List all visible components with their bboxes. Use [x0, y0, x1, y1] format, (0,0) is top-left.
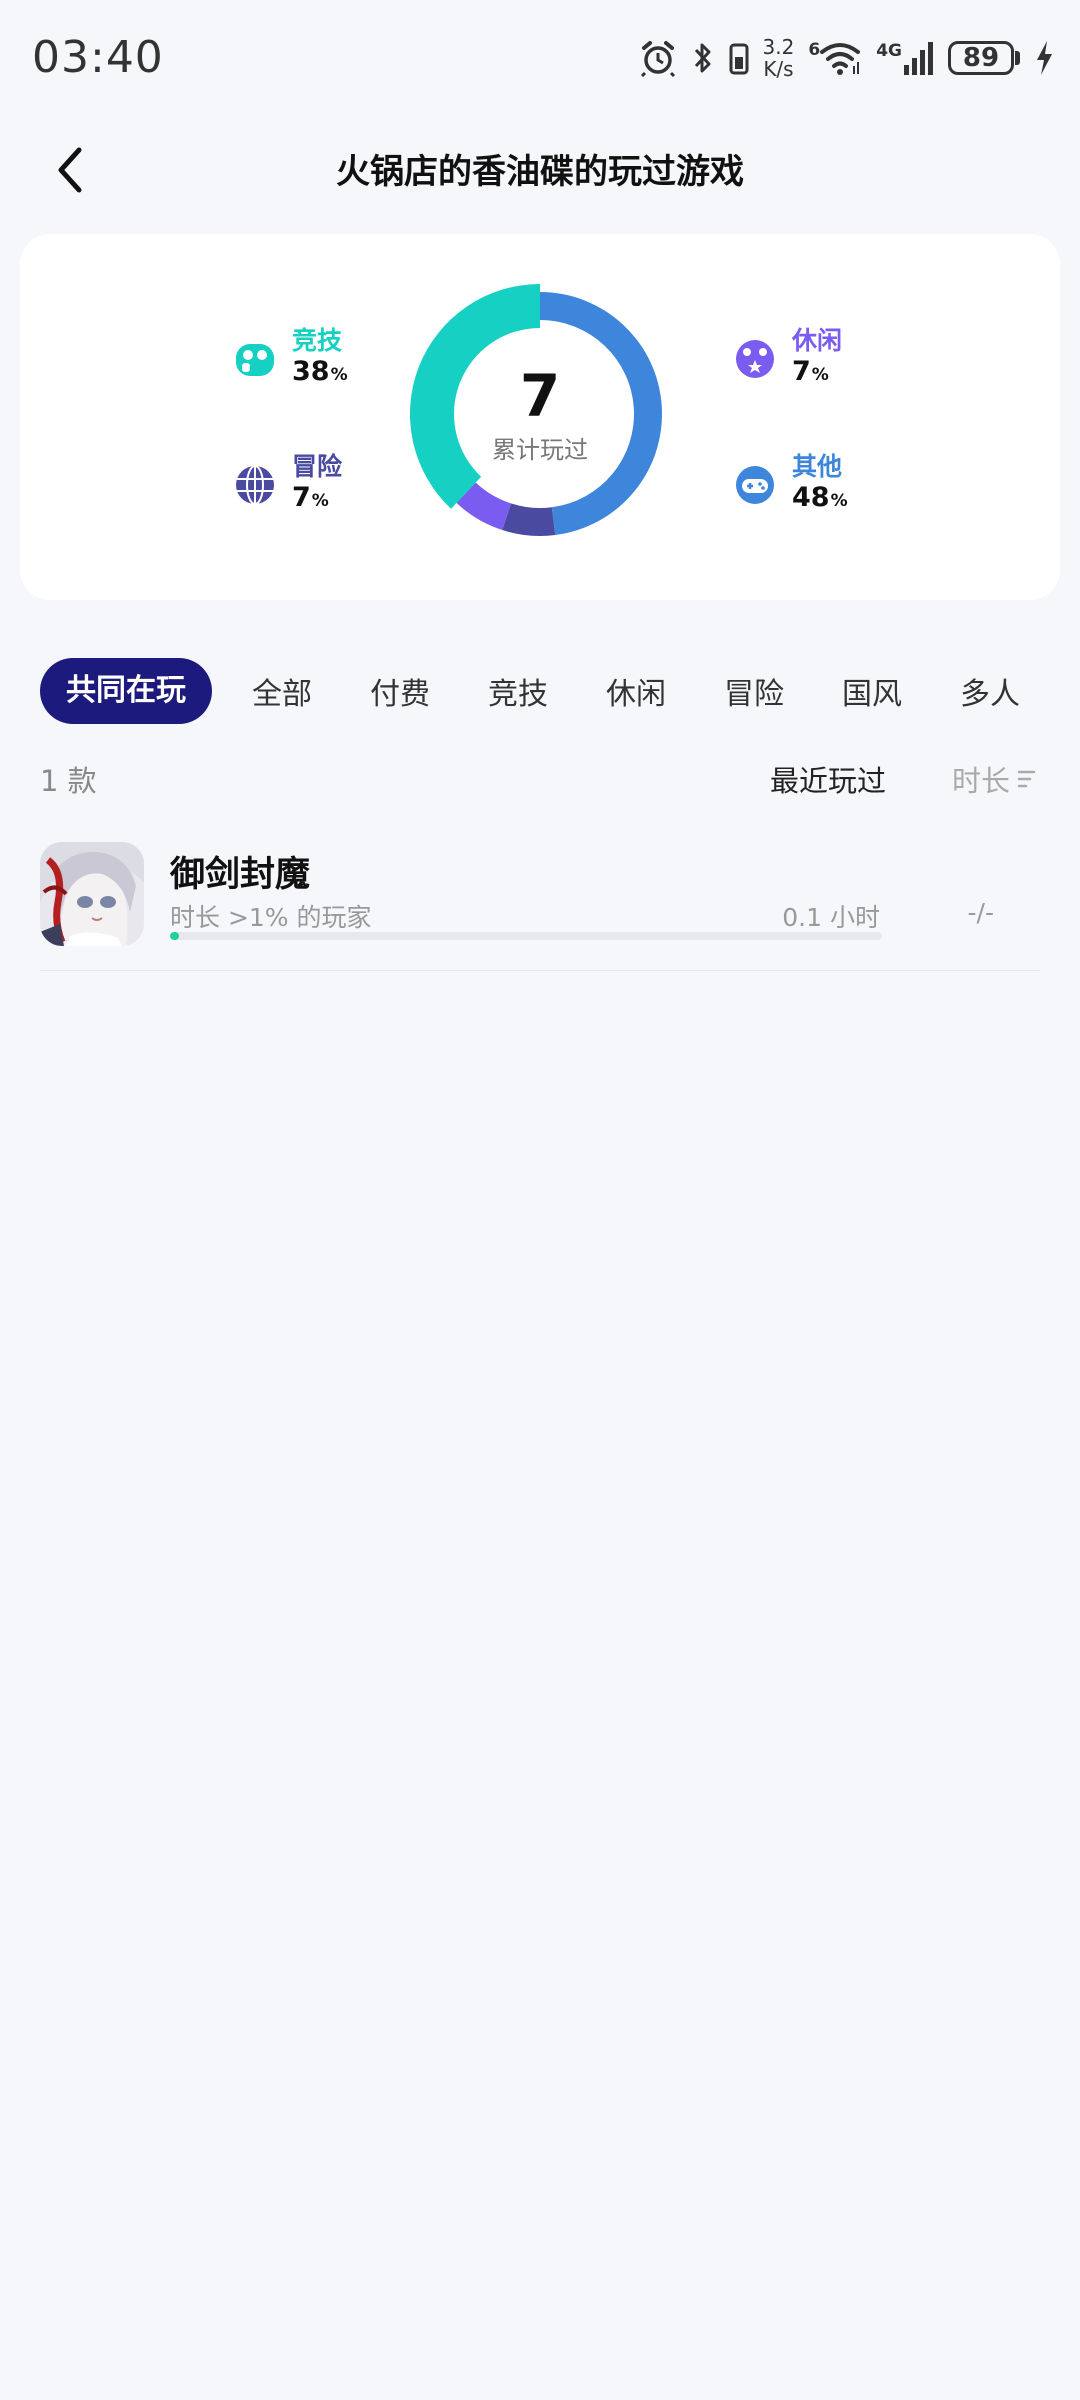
dice-icon [736, 339, 774, 378]
status-time: 03:40 [32, 32, 164, 83]
network-speed: 3.2 K/s [762, 35, 795, 81]
tab-casual[interactable]: 休闲 [606, 669, 666, 713]
status-bar: 03:40 3.2 K/s 6 4G 89 [0, 0, 1080, 118]
legend-competitive-name: 竞技 [292, 326, 343, 355]
tab-adventure[interactable]: 冒险 [724, 669, 784, 713]
legend-competitive-pct: 38% [292, 356, 348, 387]
page-header: 火锅店的香油碟的玩过游戏 [0, 130, 1080, 212]
legend-other-name: 其他 [792, 452, 843, 481]
tab-paid[interactable]: 付费 [370, 669, 430, 713]
legend-casual: 休闲 7% [732, 326, 842, 391]
game-count: 1 款 [40, 764, 97, 798]
legend-adventure: 冒险 7% [232, 452, 342, 517]
game-progress-bar [170, 932, 882, 940]
category-tabs: 共同在玩 全部 付费 竞技 休闲 冒险 国风 多人 [40, 658, 1020, 724]
legend-competitive: 竞技 38% [232, 326, 348, 391]
sort-recent-button[interactable]: 最近玩过 [770, 758, 886, 800]
game-icon-image [40, 842, 144, 946]
signal-icon [904, 42, 933, 75]
alarm-icon [640, 41, 675, 77]
tab-all[interactable]: 全部 [252, 669, 312, 713]
page-title: 火锅店的香油碟的玩过游戏 [336, 152, 744, 192]
legend-adventure-pct: 7% [292, 482, 329, 513]
donut-center: 7 累计玩过 [410, 284, 670, 544]
globe-icon [236, 464, 274, 505]
total-played-label: 累计玩过 [492, 435, 588, 464]
gamepad-icon [736, 465, 774, 504]
game-subtitle: 时长 >1% 的玩家 [170, 903, 372, 932]
game-name: 御剑封魔 [170, 855, 311, 895]
cell-label: 4G [876, 41, 902, 61]
game-rank: -/- [967, 898, 994, 927]
total-played-count: 7 [519, 361, 561, 430]
sort-duration-button[interactable]: 时长 [952, 758, 1040, 800]
game-hours: 0.1 小时 [782, 903, 880, 932]
genre-summary-card: 7 累计玩过 竞技 38% 冒险 7% 休闲 7% 其他 48% [20, 234, 1060, 600]
legend-other-pct: 48% [792, 482, 848, 513]
list-header: 1 款 最近玩过 时长 [40, 750, 1040, 800]
legend-adventure-name: 冒险 [292, 452, 343, 481]
tab-playing-together[interactable]: 共同在玩 [40, 658, 212, 724]
wifi-icon [820, 43, 861, 75]
battery-indicator: 89 [948, 41, 1014, 75]
legend-casual-name: 休闲 [792, 326, 843, 355]
tab-multiplayer[interactable]: 多人 [960, 669, 1020, 713]
tab-guofeng[interactable]: 国风 [842, 669, 902, 713]
legend-other: 其他 48% [732, 452, 848, 517]
phone-battery-icon [729, 43, 749, 75]
legend-casual-pct: 7% [792, 356, 829, 387]
bluetooth-icon [694, 43, 711, 73]
sort-icon [1017, 770, 1036, 788]
status-icons: 3.2 K/s 6 4G 89 [639, 30, 1054, 86]
game-progress-fill [170, 932, 179, 940]
tab-competitive[interactable]: 竞技 [488, 669, 548, 713]
competitive-icon [236, 343, 274, 376]
game-row[interactable]: 御剑封魔 时长 >1% 的玩家 0.1 小时 -/- [40, 836, 1040, 971]
charging-icon [1037, 41, 1052, 75]
